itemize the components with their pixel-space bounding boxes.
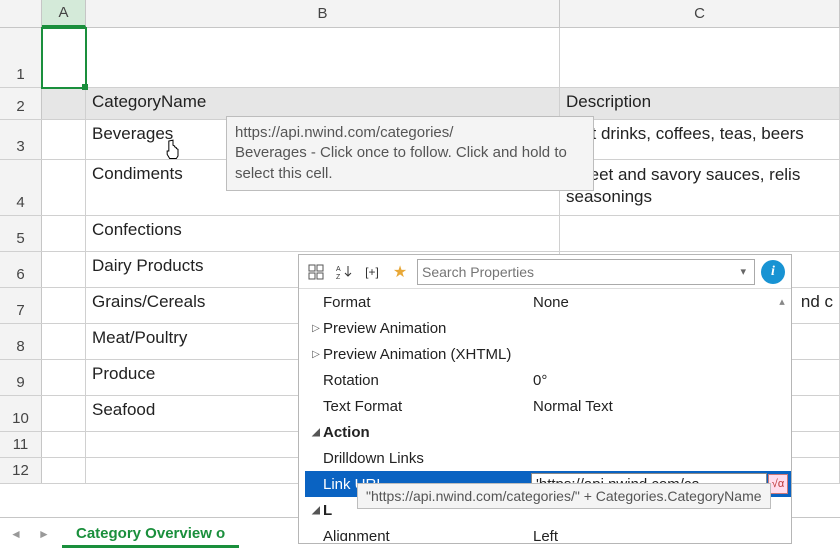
sort-az-icon[interactable]: AZ bbox=[333, 261, 355, 283]
expander-icon[interactable]: ▷ bbox=[309, 349, 323, 360]
cell[interactable] bbox=[560, 216, 840, 251]
property-row[interactable]: ▷Preview Animation (XHTML) bbox=[305, 341, 791, 367]
column-headers: A B C bbox=[0, 0, 840, 28]
formula-icon[interactable]: √α bbox=[768, 474, 788, 494]
property-group[interactable]: ◢Action bbox=[305, 419, 791, 445]
properties-panel: AZ [+] ★ ▾ i ▴ Format None ▷Preview Anim… bbox=[298, 254, 792, 544]
property-value: None bbox=[531, 294, 791, 311]
group-label: L bbox=[323, 502, 332, 519]
property-value: Left bbox=[531, 528, 791, 542]
property-label: Preview Animation (XHTML) bbox=[323, 346, 511, 363]
cell[interactable] bbox=[42, 88, 86, 119]
cell[interactable]: Sweet and savory sauces, relis​ seasonin… bbox=[560, 160, 840, 215]
tooltip-url: https://api.nwind.com/categories/ bbox=[235, 124, 453, 141]
properties-list: ▴ Format None ▷Preview Animation ▷Previe… bbox=[299, 289, 791, 541]
cell[interactable] bbox=[42, 396, 86, 431]
expander-icon[interactable]: ◢ bbox=[309, 427, 323, 438]
row-header[interactable]: 4 bbox=[0, 160, 42, 215]
cell[interactable] bbox=[42, 360, 86, 395]
cell[interactable] bbox=[42, 216, 86, 251]
info-icon[interactable]: i bbox=[761, 260, 785, 284]
property-label: Drilldown Links bbox=[323, 450, 424, 467]
cell[interactable]: Description bbox=[560, 88, 840, 119]
cell[interactable] bbox=[42, 288, 86, 323]
cell[interactable] bbox=[560, 28, 840, 87]
expression-tooltip: "https://api.nwind.com/categories/" + Ca… bbox=[357, 483, 771, 509]
hyperlink-tooltip: https://api.nwind.com/categories/ Bevera… bbox=[226, 116, 594, 191]
group-label: Action bbox=[323, 424, 370, 441]
scroll-up-icon[interactable]: ▴ bbox=[775, 293, 789, 309]
expander-icon[interactable]: ▷ bbox=[309, 323, 323, 334]
property-label: Text Format bbox=[323, 398, 402, 415]
column-header-c[interactable]: C bbox=[560, 0, 840, 27]
row-header[interactable]: 1 bbox=[0, 28, 42, 87]
sheet-tab[interactable]: Category Overview o bbox=[62, 520, 239, 548]
cell[interactable] bbox=[42, 252, 86, 287]
property-row[interactable]: Drilldown Links bbox=[305, 445, 791, 471]
cell[interactable]: Soft drinks, coffees, teas, beers bbox=[560, 120, 840, 159]
property-label: Preview Animation bbox=[323, 320, 446, 337]
cell[interactable] bbox=[42, 458, 86, 483]
cell[interactable]: CategoryName bbox=[86, 88, 560, 119]
property-row[interactable]: Rotation 0° bbox=[305, 367, 791, 393]
property-label: Alignment bbox=[323, 528, 390, 542]
categorized-view-icon[interactable] bbox=[305, 261, 327, 283]
tab-nav-prev-icon[interactable]: ◄ bbox=[6, 524, 26, 544]
property-label: Format bbox=[323, 294, 371, 311]
properties-toolbar: AZ [+] ★ ▾ i bbox=[299, 255, 791, 289]
row-header[interactable]: 2 bbox=[0, 88, 42, 119]
chevron-down-icon[interactable]: ▾ bbox=[736, 265, 750, 278]
cell[interactable] bbox=[42, 432, 86, 457]
row-header[interactable]: 9 bbox=[0, 360, 42, 395]
cell[interactable] bbox=[42, 28, 86, 87]
tab-nav-next-icon[interactable]: ► bbox=[34, 524, 54, 544]
cell[interactable] bbox=[42, 160, 86, 215]
expander-icon[interactable]: ◢ bbox=[309, 505, 323, 516]
row-header[interactable]: 11 bbox=[0, 432, 42, 457]
cell[interactable] bbox=[86, 28, 560, 87]
row-header[interactable]: 8 bbox=[0, 324, 42, 359]
row-header[interactable]: 7 bbox=[0, 288, 42, 323]
row-header[interactable]: 3 bbox=[0, 120, 42, 159]
search-properties-field[interactable]: ▾ bbox=[417, 259, 755, 285]
search-input[interactable] bbox=[422, 264, 736, 280]
row-header[interactable]: 12 bbox=[0, 458, 42, 483]
property-label: Rotation bbox=[323, 372, 379, 389]
cell[interactable]: Confections bbox=[86, 216, 560, 251]
property-row[interactable]: Alignment Left bbox=[305, 523, 791, 541]
property-row[interactable]: Format None bbox=[305, 289, 791, 315]
cell[interactable] bbox=[42, 120, 86, 159]
select-all-corner[interactable] bbox=[0, 0, 42, 27]
property-row[interactable]: Text Format Normal Text bbox=[305, 393, 791, 419]
svg-text:Z: Z bbox=[336, 274, 341, 280]
row-header[interactable]: 6 bbox=[0, 252, 42, 287]
expand-icon[interactable]: [+] bbox=[361, 261, 383, 283]
column-header-b[interactable]: B bbox=[86, 0, 560, 27]
property-value: Normal Text bbox=[531, 398, 791, 415]
svg-text:A: A bbox=[336, 266, 341, 273]
property-value: 0° bbox=[531, 372, 791, 389]
tooltip-text: Beverages - Click once to follow. Click … bbox=[235, 144, 567, 181]
cell[interactable] bbox=[42, 324, 86, 359]
column-header-a[interactable]: A bbox=[42, 0, 86, 27]
favorite-star-icon[interactable]: ★ bbox=[389, 261, 411, 283]
property-row[interactable]: ▷Preview Animation bbox=[305, 315, 791, 341]
row-header[interactable]: 10 bbox=[0, 396, 42, 431]
row-header[interactable]: 5 bbox=[0, 216, 42, 251]
